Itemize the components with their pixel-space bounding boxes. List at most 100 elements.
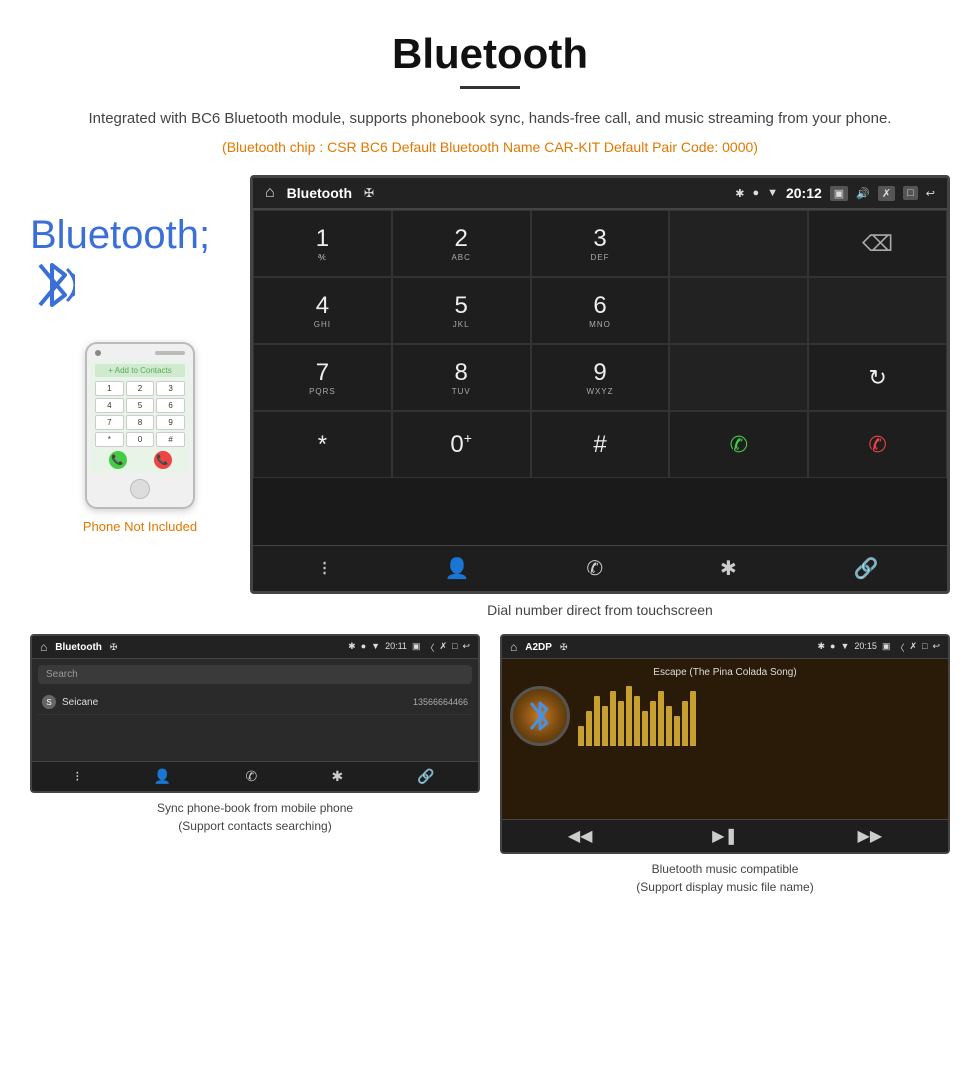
nav-link-icon[interactable]: 🔗 <box>854 556 879 581</box>
phonebook-status-icons: ✱ ● ▼ 20:11 ▣ 〈 ✗ □ ↩ <box>348 641 470 654</box>
dial-empty-2 <box>669 277 808 344</box>
pb-x-icon: ✗ <box>439 641 447 654</box>
phone-key-2: 2 <box>126 381 155 396</box>
phonebook-search-bar[interactable]: Search <box>38 665 472 684</box>
music-home-icon: ⌂ <box>510 640 517 654</box>
phone-end-button: 📞 <box>154 451 172 469</box>
dial-key-4[interactable]: 4 GHI <box>253 277 392 344</box>
music-main <box>510 686 940 746</box>
phone-key-8: 8 <box>126 415 155 430</box>
dial-key-0[interactable]: 0+ <box>392 411 531 478</box>
pb-nav-bt[interactable]: ✱ <box>331 768 343 785</box>
pb-bt-icon: ✱ <box>348 641 356 654</box>
dial-empty-4 <box>669 344 808 411</box>
prev-track-icon[interactable]: ◀◀ <box>568 826 593 846</box>
eq-bar <box>610 691 616 746</box>
dial-end[interactable]: ✆ <box>808 411 947 478</box>
dial-key-2[interactable]: 2 ABC <box>392 210 531 277</box>
dial-key-5[interactable]: 5 JKL <box>392 277 531 344</box>
ms-vol-icon: 〈 <box>895 641 904 654</box>
car-screen-side: ⌂ Bluetooth ✠ ✱ ● ▼ 20:12 ▣ 🔊 ✗ □ ↩ <box>250 175 950 594</box>
eq-bar <box>682 701 688 746</box>
contact-name: Seicane <box>62 697 413 708</box>
dial-refresh[interactable]: ↻ <box>808 344 947 411</box>
bluetooth-status-icon: ✱ <box>735 187 744 200</box>
dial-caption: Dial number direct from touchscreen <box>0 594 980 624</box>
title-divider <box>460 86 520 89</box>
bottom-screenshots: ⌂ Bluetooth ✠ ✱ ● ▼ 20:11 ▣ 〈 ✗ □ ↩ Sear… <box>0 624 980 922</box>
play-pause-icon[interactable]: ▶❚ <box>712 826 738 846</box>
music-body: Escape (The Pina Colada Song) <box>502 659 948 819</box>
phone-mockup: + Add to Contacts 1 2 3 4 5 6 7 8 9 * 0 … <box>85 342 195 509</box>
phone-key-3: 3 <box>156 381 185 396</box>
eq-bar <box>626 686 632 746</box>
car-screen-header: ⌂ Bluetooth ✠ ✱ ● ▼ 20:12 ▣ 🔊 ✗ □ ↩ <box>253 178 947 209</box>
pb-sig-icon: ▼ <box>371 641 380 654</box>
phone-key-hash: # <box>156 432 185 447</box>
nav-dialpad-icon[interactable]: ⁝ <box>321 556 327 581</box>
ms-win-icon: □ <box>922 641 927 654</box>
dial-key-1[interactable]: 1 ℀ <box>253 210 392 277</box>
nav-bluetooth-icon[interactable]: ✱ <box>720 556 737 581</box>
phonebook-header: ⌂ Bluetooth ✠ ✱ ● ▼ 20:11 ▣ 〈 ✗ □ ↩ <box>32 636 478 659</box>
phonebook-screen: ⌂ Bluetooth ✠ ✱ ● ▼ 20:11 ▣ 〈 ✗ □ ↩ Sear… <box>30 634 480 793</box>
pb-nav-link[interactable]: 🔗 <box>417 768 434 785</box>
eq-bar <box>642 711 648 746</box>
ms-time: 20:15 <box>854 641 877 654</box>
dial-call[interactable]: ✆ <box>669 411 808 478</box>
dial-key-3[interactable]: 3 DEF <box>531 210 670 277</box>
eq-bar <box>578 726 584 746</box>
nav-contacts-icon[interactable]: 👤 <box>445 556 470 581</box>
page-title: Bluetooth <box>60 30 920 78</box>
equalizer <box>578 686 940 746</box>
dial-key-6[interactable]: 6 MNO <box>531 277 670 344</box>
pb-nav-phone[interactable]: ✆ <box>245 768 257 785</box>
dial-key-7[interactable]: 7 PQRS <box>253 344 392 411</box>
dial-key-star[interactable]: * <box>253 411 392 478</box>
dial-backspace[interactable]: ⌫ <box>808 210 947 277</box>
dial-key-9[interactable]: 9 WXYZ <box>531 344 670 411</box>
pb-back-icon: ↩ <box>462 641 470 654</box>
contact-phone: 13566664466 <box>413 697 468 707</box>
pb-nav-contacts[interactable]: 👤 <box>154 768 171 785</box>
phone-speaker <box>155 351 185 355</box>
phonebook-home-icon: ⌂ <box>40 640 47 654</box>
screen-time: 20:12 <box>786 185 822 201</box>
music-usb-icon: ✠ <box>560 642 568 653</box>
eq-bar <box>666 706 672 746</box>
phone-key-9: 9 <box>156 415 185 430</box>
window-icon: □ <box>903 186 918 200</box>
bluetooth-info: (Bluetooth chip : CSR BC6 Default Blueto… <box>60 139 920 155</box>
phonebook-title: Bluetooth <box>55 642 102 653</box>
middle-section: Bluetooth; + Add to Contacts 1 <box>0 165 980 594</box>
usb-icon: ✠ <box>364 186 374 200</box>
music-header: ⌂ A2DP ✠ ✱ ● ▼ 20:15 ▣ 〈 ✗ □ ↩ <box>502 636 948 659</box>
pb-time: 20:11 <box>385 641 407 654</box>
bluetooth-icon-area: Bluetooth; <box>30 215 250 322</box>
ms-loc-icon: ● <box>830 641 835 654</box>
subtitle-text: Integrated with BC6 Bluetooth module, su… <box>60 107 920 131</box>
dial-key-hash[interactable]: # <box>531 411 670 478</box>
nav-phone-icon[interactable]: ✆ <box>586 556 603 581</box>
eq-bar <box>658 691 664 746</box>
pb-nav-dialpad[interactable]: ⁝ <box>75 768 79 785</box>
ms-back-icon: ↩ <box>932 641 940 654</box>
phone-home-button <box>130 479 150 499</box>
contact-avatar: S <box>42 695 56 709</box>
music-title: A2DP <box>525 642 552 653</box>
phone-call-button: 📞 <box>109 451 127 469</box>
phone-screen: + Add to Contacts 1 2 3 4 5 6 7 8 9 * 0 … <box>91 360 189 473</box>
next-track-icon[interactable]: ▶▶ <box>858 826 883 846</box>
dial-key-8[interactable]: 8 TUV <box>392 344 531 411</box>
camera-icon: ▣ <box>830 186 848 201</box>
music-caption: Bluetooth music compatible(Support displ… <box>632 854 817 902</box>
home-icon: ⌂ <box>265 184 275 202</box>
dial-empty-1 <box>669 210 808 277</box>
phonebook-screen-card: ⌂ Bluetooth ✠ ✱ ● ▼ 20:11 ▣ 〈 ✗ □ ↩ Sear… <box>30 634 480 902</box>
pb-win-icon: □ <box>452 641 457 654</box>
car-screen: ⌂ Bluetooth ✠ ✱ ● ▼ 20:12 ▣ 🔊 ✗ □ ↩ <box>250 175 950 594</box>
ms-sig-icon: ▼ <box>840 641 849 654</box>
phonebook-nav-bar: ⁝ 👤 ✆ ✱ 🔗 <box>32 761 478 791</box>
ms-x-icon: ✗ <box>909 641 917 654</box>
phone-side: Bluetooth; + Add to Contacts 1 <box>30 175 250 534</box>
